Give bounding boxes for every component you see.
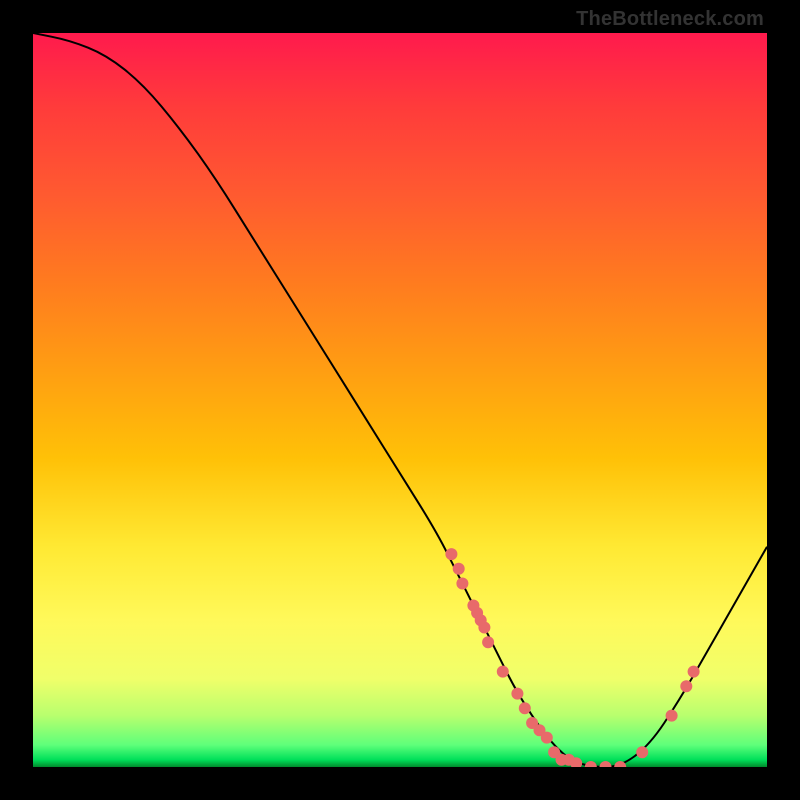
marker-dot [636, 746, 648, 758]
marker-dot [445, 548, 457, 560]
marker-dot [453, 563, 465, 575]
marker-dot [519, 702, 531, 714]
marker-dot [680, 680, 692, 692]
attribution-text: TheBottleneck.com [576, 8, 764, 31]
marker-dot [585, 761, 597, 767]
marker-dot [511, 688, 523, 700]
marker-layer [445, 548, 699, 767]
chart-frame [33, 33, 767, 767]
marker-dot [688, 666, 700, 678]
chart-svg [33, 33, 767, 767]
bottleneck-curve [33, 33, 767, 767]
marker-dot [482, 636, 494, 648]
marker-dot [497, 666, 509, 678]
marker-dot [541, 732, 553, 744]
marker-dot [600, 761, 612, 767]
marker-dot [478, 622, 490, 634]
marker-dot [666, 710, 678, 722]
marker-dot [456, 578, 468, 590]
